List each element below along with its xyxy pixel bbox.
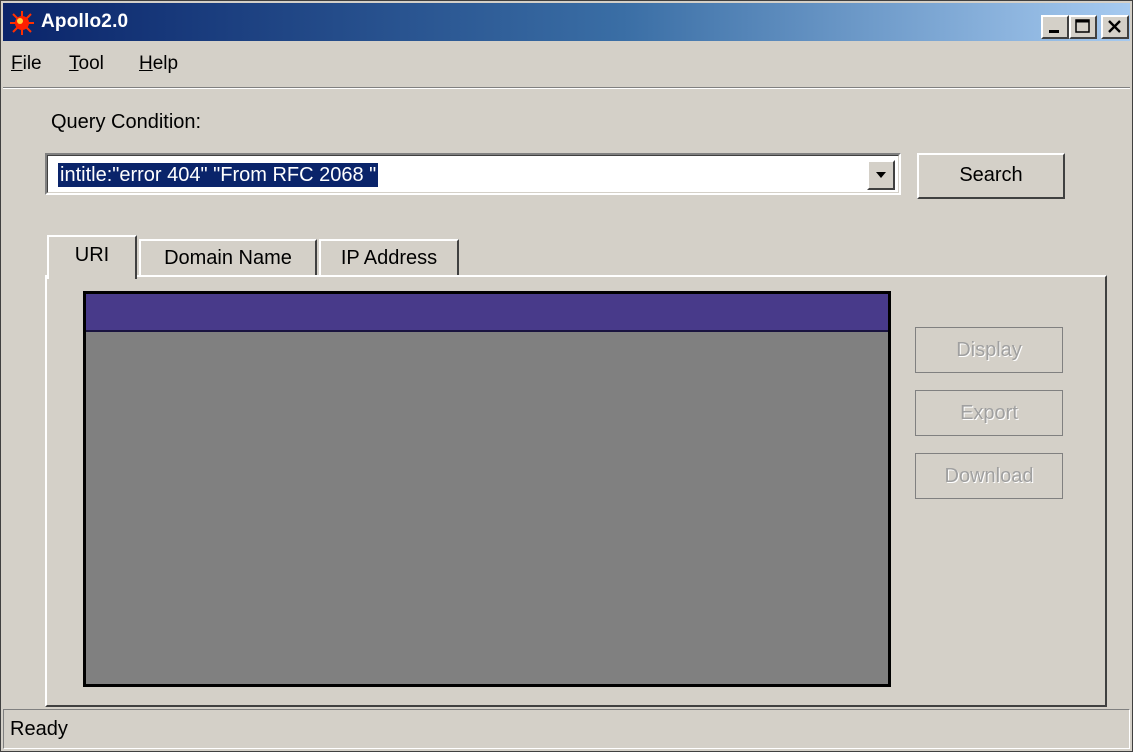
- results-list[interactable]: [83, 291, 891, 687]
- close-button[interactable]: [1101, 15, 1129, 39]
- close-icon: [1108, 20, 1121, 33]
- app-window: Apollo2.0 File Tool Help Query Condition…: [0, 0, 1133, 752]
- menu-help[interactable]: Help: [139, 53, 178, 75]
- query-dropdown-button[interactable]: [867, 160, 895, 190]
- tab-domain-name[interactable]: Domain Name: [139, 239, 317, 279]
- display-button[interactable]: Display: [915, 327, 1063, 373]
- query-combobox[interactable]: intitle:"error 404" "From RFC 2068 ": [45, 153, 901, 195]
- status-text: Ready: [10, 718, 68, 740]
- minimize-button[interactable]: [1041, 15, 1069, 39]
- status-bar: Ready: [3, 709, 1130, 749]
- search-button[interactable]: Search: [917, 153, 1065, 199]
- menu-divider: [3, 87, 1130, 89]
- query-condition-label: Query Condition:: [51, 111, 202, 133]
- download-button[interactable]: Download: [915, 453, 1063, 499]
- query-input[interactable]: intitle:"error 404" "From RFC 2068 ": [58, 163, 379, 187]
- chevron-down-icon: [876, 172, 886, 178]
- title-bar[interactable]: Apollo2.0: [3, 3, 1130, 41]
- list-header: [86, 294, 888, 332]
- sun-icon: [10, 11, 34, 35]
- maximize-icon: [1075, 19, 1090, 33]
- minimize-icon: [1049, 30, 1059, 33]
- menu-tool[interactable]: Tool: [69, 53, 104, 75]
- menu-file[interactable]: File: [11, 53, 42, 75]
- menu-bar: File Tool Help: [3, 45, 1130, 85]
- tab-uri[interactable]: URI: [47, 235, 137, 279]
- export-button[interactable]: Export: [915, 390, 1063, 436]
- maximize-button[interactable]: [1069, 15, 1097, 39]
- query-combobox-frame: intitle:"error 404" "From RFC 2068 ": [47, 155, 899, 193]
- window-title: Apollo2.0: [41, 11, 129, 32]
- tab-ip-address[interactable]: IP Address: [319, 239, 459, 279]
